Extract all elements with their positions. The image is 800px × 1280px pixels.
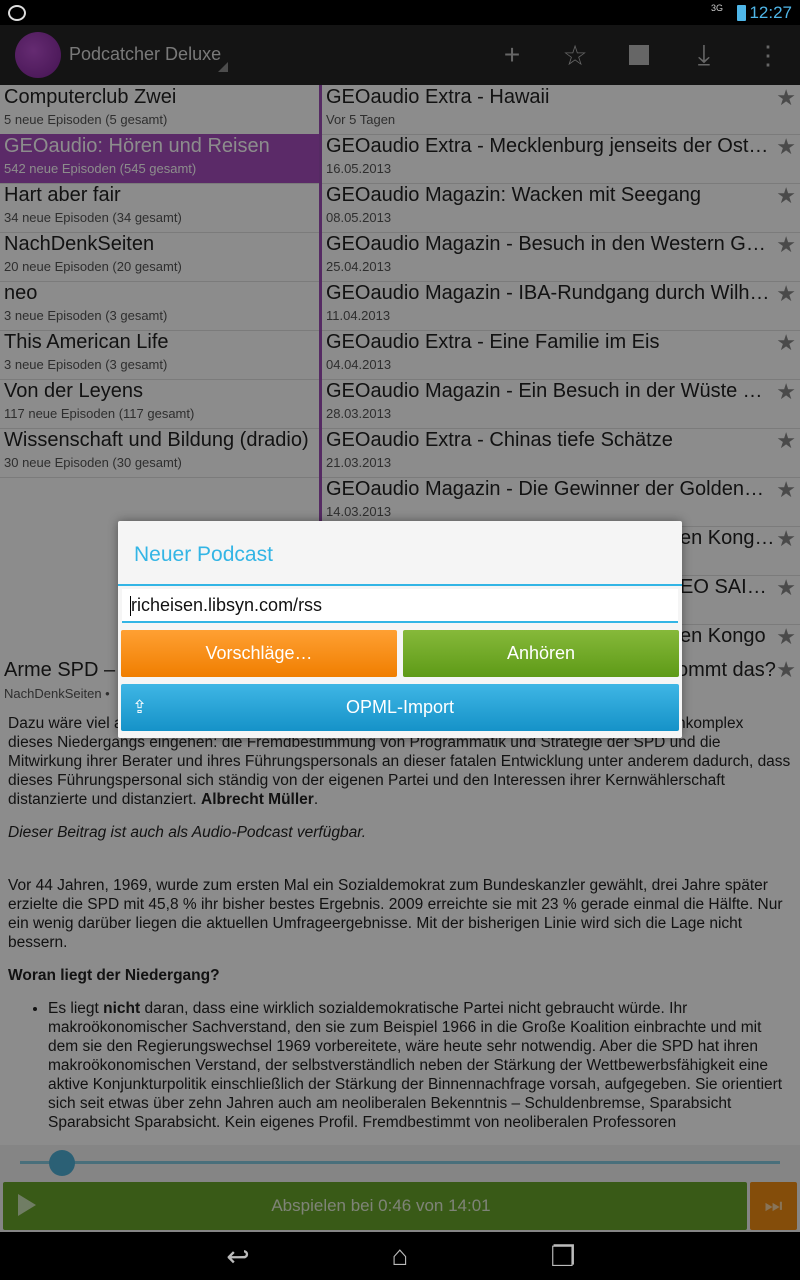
dialog-title-divider bbox=[118, 584, 682, 586]
new-podcast-dialog: Neuer Podcast richeisen.libsyn.com/rss V… bbox=[118, 521, 682, 738]
suggestions-button[interactable]: Vorschläge… bbox=[121, 630, 397, 677]
status-bar: 3G 12:27 bbox=[0, 0, 800, 25]
navigation-bar: ↩ ⌂ ❐ bbox=[0, 1232, 800, 1280]
clock: 12:27 bbox=[749, 3, 792, 22]
feed-url-input[interactable]: richeisen.libsyn.com/rss bbox=[122, 589, 678, 623]
dialog-title: Neuer Podcast bbox=[134, 543, 273, 566]
back-icon[interactable]: ↩ bbox=[198, 1232, 278, 1280]
battery-icon bbox=[737, 5, 746, 21]
notification-icon bbox=[8, 5, 26, 21]
opml-import-button[interactable]: OPML-Import bbox=[121, 684, 679, 731]
listen-button[interactable]: Anhören bbox=[403, 630, 679, 677]
opml-import-icon: ⇪ bbox=[132, 697, 148, 717]
feed-url-value: richeisen.libsyn.com/rss bbox=[131, 595, 323, 615]
network-indicator: 3G bbox=[711, 3, 724, 13]
home-icon[interactable]: ⌂ bbox=[360, 1232, 440, 1280]
recents-icon[interactable]: ❐ bbox=[523, 1232, 603, 1280]
